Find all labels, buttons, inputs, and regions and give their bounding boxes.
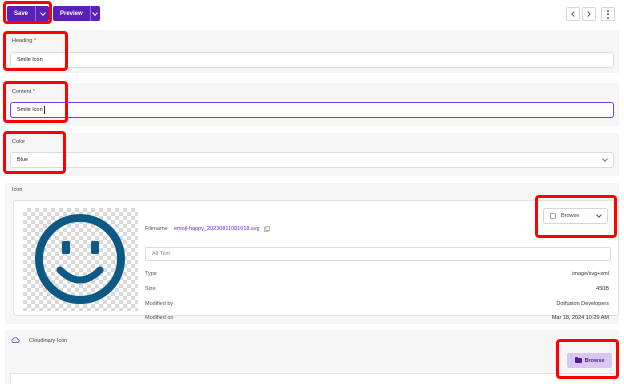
preview-options-button[interactable] bbox=[89, 6, 100, 21]
save-button-group[interactable]: Save bbox=[7, 6, 49, 21]
filename-label: Filename bbox=[145, 226, 168, 232]
browse-dropdown[interactable]: Browse bbox=[543, 208, 608, 224]
content-section: Content * Smile Icon bbox=[5, 83, 619, 126]
icon-section: Icon Filename emoji-happy_20230811081618… bbox=[5, 183, 619, 324]
text-cursor bbox=[43, 106, 45, 114]
save-options-button[interactable] bbox=[35, 6, 49, 21]
size-label: Size bbox=[145, 286, 156, 292]
color-select[interactable]: Blue bbox=[10, 152, 614, 168]
chevron-down-icon bbox=[92, 9, 99, 16]
more-options-button[interactable] bbox=[601, 7, 615, 21]
modified-on-value: Mar 18, 2024 10:29 AM bbox=[551, 315, 609, 321]
size-value: 450B bbox=[596, 286, 609, 292]
cloudinary-logo-icon bbox=[11, 337, 20, 343]
image-icon bbox=[550, 213, 556, 219]
cloudinary-section: Cloudinary Icon bbox=[5, 330, 619, 384]
heading-input[interactable]: Smile Icon bbox=[10, 52, 614, 68]
chevron-down-icon bbox=[602, 156, 608, 162]
alt-text-input[interactable]: Alt Text bbox=[145, 247, 611, 261]
copy-icon[interactable] bbox=[264, 226, 270, 232]
chevron-right-icon bbox=[585, 11, 591, 17]
next-button[interactable] bbox=[582, 7, 596, 21]
chevron-down-icon bbox=[39, 9, 46, 16]
content-input[interactable]: Smile Icon bbox=[10, 102, 614, 118]
cloudinary-browse-button[interactable]: Browse bbox=[567, 353, 612, 368]
folder-icon bbox=[574, 356, 582, 363]
modified-by-label: Modified by bbox=[145, 301, 174, 307]
heading-section: Heading * Smile Icon bbox=[5, 30, 619, 73]
type-label: Type bbox=[145, 271, 157, 277]
heading-label: Heading * bbox=[12, 38, 37, 44]
modified-on-label: Modified on bbox=[145, 315, 174, 321]
icon-label: Icon bbox=[12, 187, 23, 193]
save-button[interactable]: Save bbox=[7, 6, 35, 21]
icon-card: Filename emoji-happy_20230811081618.svg … bbox=[13, 200, 619, 321]
chevron-down-icon bbox=[596, 212, 602, 218]
content-label: Content * bbox=[12, 89, 35, 95]
type-value: image/svg+xml bbox=[572, 271, 609, 277]
toolbar: Save Preview bbox=[0, 0, 624, 28]
chevron-left-icon bbox=[571, 11, 577, 17]
cloudinary-label: Cloudinary Icon bbox=[29, 338, 68, 344]
filename-link[interactable]: emoji-happy_20230811081618.svg bbox=[174, 226, 260, 232]
icon-preview bbox=[23, 208, 138, 311]
smiley-face-icon bbox=[35, 214, 125, 304]
color-label: Color bbox=[12, 139, 26, 145]
preview-button[interactable]: Preview bbox=[53, 6, 90, 21]
modified-by-value: Dotfusion Developers bbox=[556, 301, 609, 307]
cloudinary-panel bbox=[10, 373, 614, 384]
previous-button[interactable] bbox=[566, 7, 580, 21]
preview-button-group[interactable]: Preview bbox=[53, 6, 100, 21]
kebab-menu-icon bbox=[607, 9, 609, 19]
color-section: Color Blue bbox=[5, 133, 619, 176]
